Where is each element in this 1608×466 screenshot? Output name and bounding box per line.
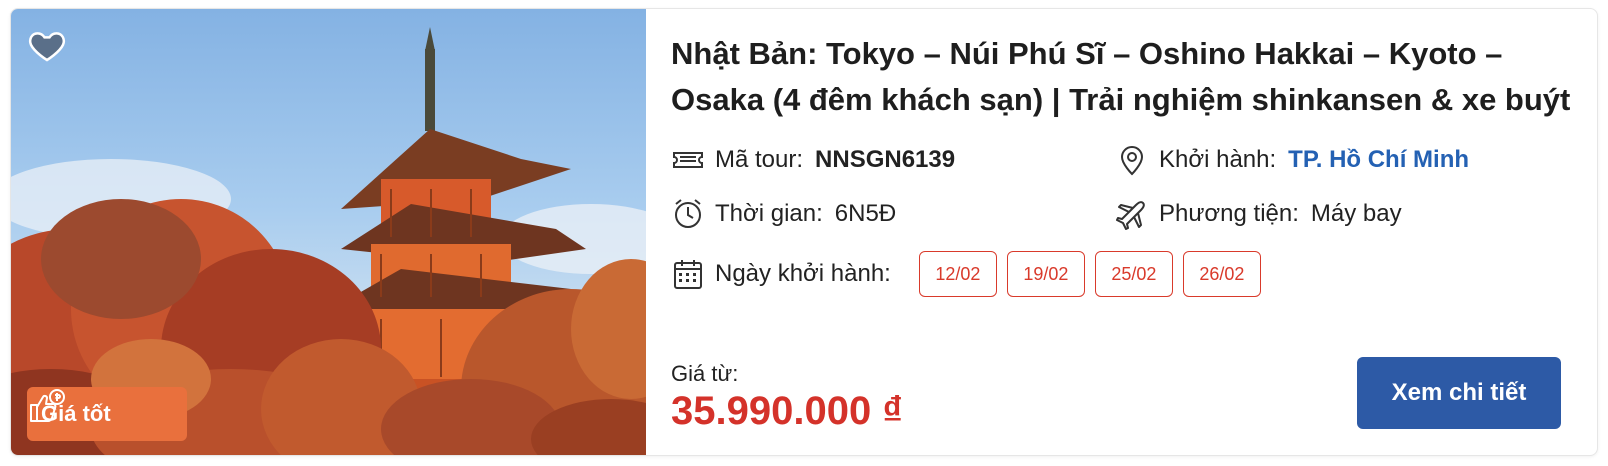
departure-date-chip[interactable]: 26/02	[1182, 251, 1261, 297]
price-label: Giá từ:	[671, 361, 739, 386]
duration-row: Thời gian: 6N5Đ	[671, 197, 896, 231]
departure-value[interactable]: TP. Hồ Chí Minh	[1288, 146, 1469, 174]
thumbs-up-money-icon	[30, 389, 65, 422]
duration-value: 6N5Đ	[834, 200, 897, 227]
departure-row: Khởi hành: TP. Hồ Chí Minh	[1115, 143, 1469, 177]
departure-date-chip[interactable]: 25/02	[1094, 251, 1173, 297]
transport-value: Máy bay	[1310, 200, 1402, 227]
view-details-button[interactable]: Xem chi tiết	[1357, 357, 1561, 429]
tour-title[interactable]: Nhật Bản: Tokyo – Núi Phú Sĩ – Oshino Ha…	[671, 31, 1571, 123]
tour-photo[interactable]: Giá tốt	[11, 9, 646, 455]
heart-icon[interactable]	[27, 25, 67, 65]
transport-row: Phương tiện: Máy bay	[1115, 197, 1402, 231]
calendar-icon	[671, 257, 705, 291]
tour-info: Nhật Bản: Tokyo – Núi Phú Sĩ – Oshino Ha…	[671, 9, 1576, 455]
departure-date-chip[interactable]: 12/02	[918, 251, 997, 297]
transport-label: Phương tiện:	[1159, 200, 1299, 227]
departure-date-chip[interactable]: 19/02	[1006, 251, 1085, 297]
tour-code-value: NNSGN6139	[815, 146, 956, 173]
duration-label: Thời gian:	[715, 200, 823, 227]
location-pin-icon	[1115, 143, 1149, 177]
good-price-badge: Giá tốt	[27, 387, 187, 441]
ticket-icon	[671, 143, 705, 177]
favorite-button[interactable]	[27, 25, 67, 65]
departure-dates-label: Ngày khởi hành:	[715, 260, 891, 287]
tour-card[interactable]: Giá tốt Nhật Bản: Tokyo – Núi Phú Sĩ – O…	[10, 8, 1598, 456]
tour-code-row: Mã tour: NNSGN6139	[671, 143, 955, 177]
alarm-clock-icon	[671, 197, 705, 231]
departure-dates-row: Ngày khởi hành: 12/02 19/02 25/02 26/02	[671, 251, 1261, 297]
price-value: 35.990.000 ₫	[671, 389, 903, 433]
departure-date-list: 12/02 19/02 25/02 26/02	[918, 251, 1261, 297]
tour-code-label: Mã tour:	[715, 146, 804, 173]
airplane-icon	[1115, 197, 1149, 231]
departure-label: Khởi hành:	[1159, 146, 1277, 173]
